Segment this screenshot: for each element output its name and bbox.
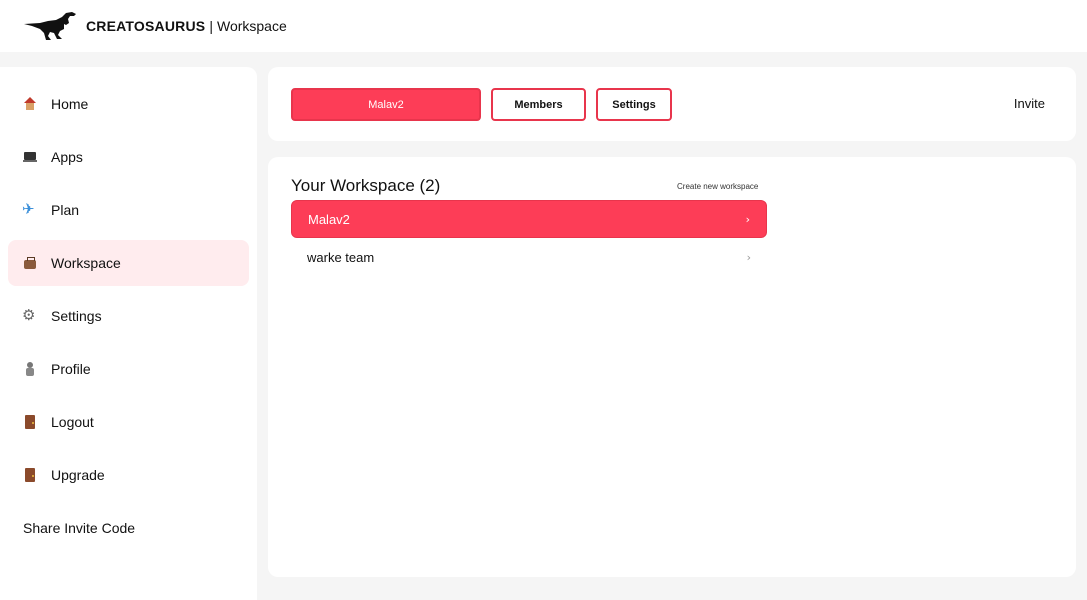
briefcase-icon [23,256,37,270]
sidebar-item-logout[interactable]: Logout [8,399,249,445]
app-header: CREATOSAURUS | Workspace [0,0,1087,52]
workspace-name: warke team [307,249,375,265]
sidebar-item-plan[interactable]: Plan [8,187,249,233]
sidebar-item-label: Logout [51,414,94,430]
door-icon [23,415,37,429]
airplane-icon [22,200,37,218]
sidebar-item-label: Home [51,96,89,112]
invite-link[interactable]: Invite [1014,96,1045,111]
workspace-list-item[interactable]: warke team › [291,238,767,276]
door-icon [23,468,37,482]
header-separator: | [209,18,213,34]
chevron-right-icon: › [746,250,751,264]
dinosaur-logo-icon[interactable] [22,11,80,41]
gear-icon [22,306,37,324]
page-title: Your Workspace (2) [291,176,441,195]
sidebar-item-label: Workspace [51,255,121,271]
sidebar-item-share-invite-code[interactable]: Share Invite Code [8,505,249,551]
members-button[interactable]: Members [491,88,586,121]
chevron-right-icon: › [745,212,750,226]
sidebar-item-label: Share Invite Code [23,520,136,536]
sidebar-item-profile[interactable]: Profile [8,346,249,392]
sidebar-item-settings[interactable]: Settings [8,293,249,339]
sidebar-item-label: Apps [51,149,83,165]
sidebar-item-apps[interactable]: Apps [8,134,249,180]
workspace-settings-button[interactable]: Settings [596,88,672,121]
sidebar-item-upgrade[interactable]: Upgrade [8,452,249,498]
laptop-icon [23,150,37,164]
sidebar: Home Apps Plan Workspace Settings Profil… [0,67,257,600]
workspace-list-card: Your Workspace (2) Create new workspace … [268,157,1076,577]
current-workspace-button[interactable]: Malav2 [291,88,481,121]
workspace-list-item[interactable]: Malav2 › [291,200,767,238]
sidebar-item-home[interactable]: Home [8,81,249,127]
sidebar-item-label: Plan [51,202,80,218]
sidebar-item-label: Upgrade [51,467,105,483]
workspace-name: Malav2 [308,211,350,227]
create-workspace-link[interactable]: Create new workspace [677,182,758,191]
header-section-title: Workspace [216,18,287,34]
home-icon [23,97,37,111]
profile-icon [23,362,37,376]
workspace-toolbar: Malav2 Members Settings Invite [268,67,1076,141]
sidebar-item-label: Settings [51,308,102,324]
sidebar-item-label: Profile [51,361,91,377]
sidebar-item-workspace[interactable]: Workspace [8,240,249,286]
brand-name: CREATOSAURUS [86,18,206,34]
